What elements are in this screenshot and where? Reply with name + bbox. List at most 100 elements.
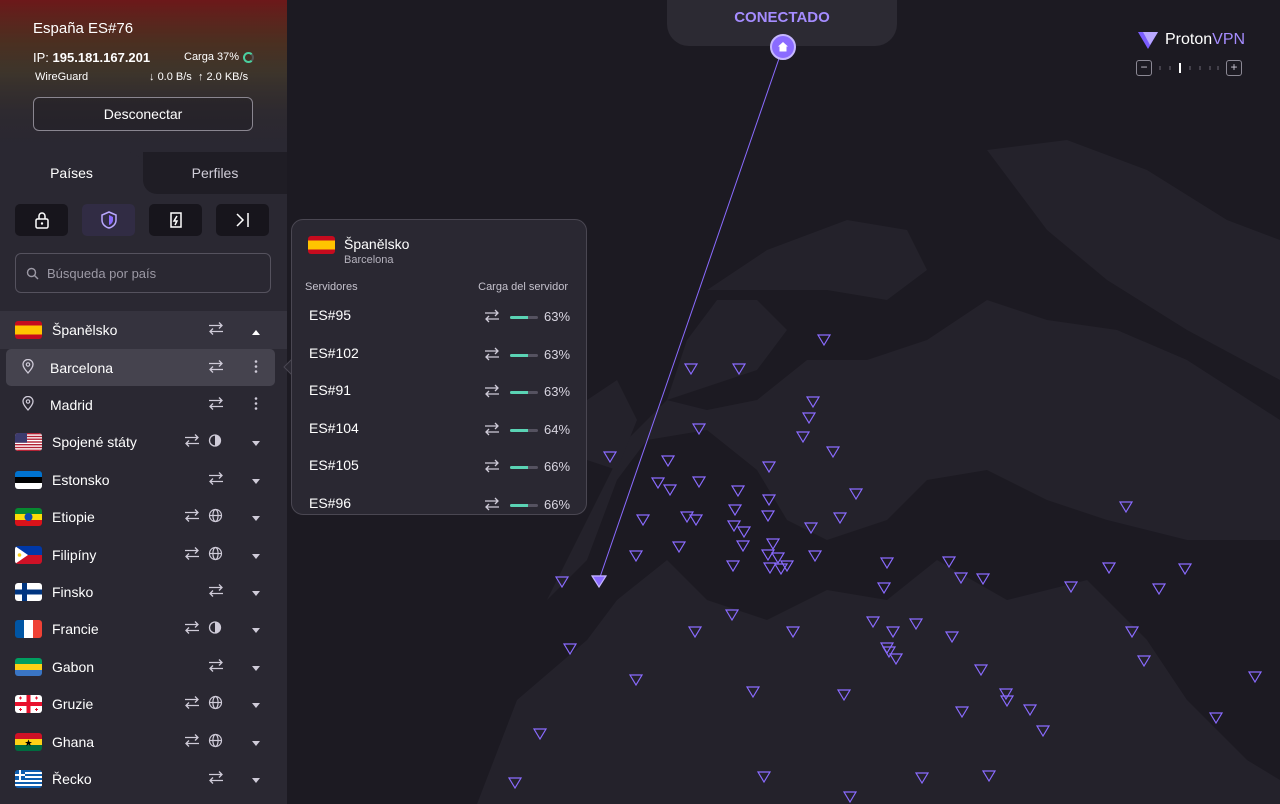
server-marker[interactable] xyxy=(1177,563,1193,576)
chevron-down-icon[interactable] xyxy=(251,441,261,447)
port-forwarding-button[interactable] xyxy=(216,204,269,236)
tab-countries[interactable]: Países xyxy=(0,152,143,194)
server-marker[interactable] xyxy=(762,562,778,575)
load-column-header: Carga del servidor xyxy=(478,281,568,293)
city-row[interactable]: Madrid xyxy=(6,386,275,423)
server-marker[interactable] xyxy=(727,504,743,517)
feature-buttons xyxy=(15,204,271,236)
server-marker[interactable] xyxy=(765,538,781,551)
server-marker[interactable] xyxy=(876,582,892,595)
server-marker[interactable] xyxy=(975,573,991,586)
server-row[interactable]: ES#105 66% xyxy=(292,448,586,486)
connected-server-marker[interactable] xyxy=(590,575,608,589)
expand-toggle[interactable] xyxy=(251,621,261,637)
server-marker[interactable] xyxy=(1208,712,1224,725)
server-marker[interactable] xyxy=(879,557,895,570)
zoom-slider[interactable] xyxy=(1152,60,1226,76)
search-input[interactable] xyxy=(47,265,247,281)
expand-toggle[interactable] xyxy=(251,696,261,712)
server-marker[interactable] xyxy=(1247,671,1263,684)
expand-toggle[interactable] xyxy=(251,659,261,675)
expand-toggle[interactable] xyxy=(251,584,261,600)
chevron-down-icon[interactable] xyxy=(251,777,261,784)
server-marker[interactable] xyxy=(635,514,651,527)
expand-toggle[interactable] xyxy=(251,771,261,787)
chevron-down-icon[interactable] xyxy=(251,628,261,634)
expand-toggle[interactable] xyxy=(251,322,261,338)
zoom-out-button[interactable]: − xyxy=(1136,60,1152,76)
server-marker[interactable] xyxy=(725,560,741,573)
chevron-up-icon[interactable] xyxy=(251,329,261,335)
server-marker[interactable] xyxy=(736,526,752,539)
country-search[interactable] xyxy=(15,253,271,293)
zoom-control[interactable]: − + xyxy=(1136,60,1246,76)
city-row[interactable]: Barcelona xyxy=(6,349,275,387)
flag-et-icon xyxy=(15,508,42,527)
city-menu[interactable] xyxy=(254,397,258,414)
popup-city-name: Barcelona xyxy=(344,254,394,266)
country-name: Estonsko xyxy=(52,471,110,488)
server-row[interactable]: ES#95 63% xyxy=(292,298,586,336)
secure-core-button[interactable] xyxy=(15,204,68,236)
server-marker[interactable] xyxy=(660,455,676,468)
more-options-icon[interactable] xyxy=(254,359,258,373)
chevron-down-icon[interactable] xyxy=(251,703,261,709)
netshield-button[interactable] xyxy=(82,204,135,236)
country-row[interactable]: Ghana xyxy=(0,723,287,760)
expand-toggle[interactable] xyxy=(251,434,261,450)
country-row[interactable]: Etiopie xyxy=(0,499,287,536)
expand-toggle[interactable] xyxy=(251,472,261,488)
p2p-badge xyxy=(183,621,201,638)
server-marker[interactable] xyxy=(760,549,776,562)
home-location-pin[interactable] xyxy=(770,34,796,60)
server-marker[interactable] xyxy=(779,560,795,573)
country-row[interactable]: Estonsko xyxy=(0,461,287,498)
chevron-down-icon[interactable] xyxy=(251,516,261,522)
p2p-icon xyxy=(185,434,199,448)
server-marker[interactable] xyxy=(650,477,666,490)
server-load-percent: 66% xyxy=(544,459,571,474)
country-row[interactable]: Spojené státy xyxy=(0,424,287,461)
country-row[interactable]: Španělsko xyxy=(0,311,287,349)
p2p-badge xyxy=(183,696,201,713)
server-marker[interactable] xyxy=(816,334,832,347)
server-marker[interactable] xyxy=(691,476,707,489)
chevron-down-icon[interactable] xyxy=(251,740,261,747)
zoom-in-button[interactable]: + xyxy=(1226,60,1242,76)
chevron-down-icon[interactable] xyxy=(251,591,261,597)
server-marker[interactable] xyxy=(628,550,644,563)
country-row[interactable]: Finsko xyxy=(0,573,287,610)
chevron-down-icon[interactable] xyxy=(251,665,261,672)
server-marker[interactable] xyxy=(1101,562,1117,575)
country-row[interactable]: Filipíny xyxy=(0,536,287,573)
country-row[interactable]: Gabon xyxy=(0,648,287,685)
server-row[interactable]: ES#96 66% xyxy=(292,486,586,515)
more-options-icon[interactable] xyxy=(254,397,258,411)
server-marker[interactable] xyxy=(1151,583,1167,596)
server-marker[interactable] xyxy=(671,541,687,554)
server-row[interactable]: ES#104 64% xyxy=(292,411,586,449)
country-row[interactable]: Francie xyxy=(0,611,287,648)
tab-profiles[interactable]: Perfiles xyxy=(143,152,287,194)
country-row[interactable]: Řecko xyxy=(0,760,287,797)
server-marker[interactable] xyxy=(760,510,776,523)
server-row[interactable]: ES#91 63% xyxy=(292,373,586,411)
server-marker[interactable] xyxy=(726,520,742,533)
city-menu[interactable] xyxy=(254,359,258,376)
expand-toggle[interactable] xyxy=(251,547,261,563)
server-marker[interactable] xyxy=(735,540,751,553)
chevron-down-icon[interactable] xyxy=(251,478,261,485)
disconnect-button[interactable]: Desconectar xyxy=(33,97,253,131)
expand-toggle[interactable] xyxy=(251,509,261,525)
kill-switch-button[interactable] xyxy=(149,204,202,236)
chevron-down-icon[interactable] xyxy=(251,553,261,560)
server-marker[interactable] xyxy=(688,514,704,527)
ip-value: 195.181.167.201 xyxy=(52,50,151,65)
server-marker[interactable] xyxy=(807,550,823,563)
country-row[interactable]: Gruzie xyxy=(0,686,287,723)
expand-toggle[interactable] xyxy=(251,734,261,750)
server-marker[interactable] xyxy=(730,485,746,498)
server-marker[interactable] xyxy=(662,484,678,497)
popup-country-name: Španělsko xyxy=(344,236,410,252)
server-row[interactable]: ES#102 63% xyxy=(292,336,586,374)
